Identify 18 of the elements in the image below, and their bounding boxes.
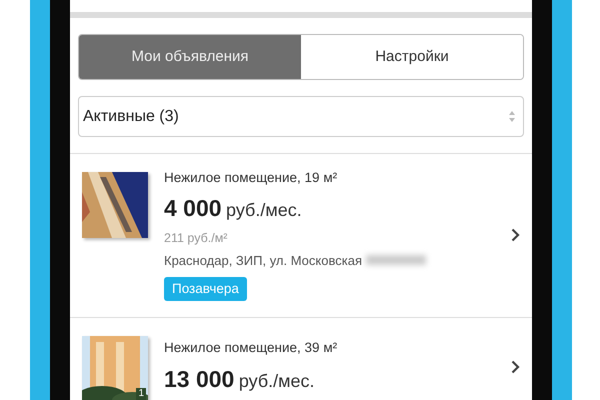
select-value: Активные (3) — [83, 106, 180, 126]
sort-arrows-icon — [509, 111, 515, 122]
listing-title: Нежилое помещение, 19 м² — [164, 169, 338, 187]
price-unit: руб./мес. — [226, 200, 302, 220]
listing-address: Краснодар, ЗИП, ул. Московская — [164, 252, 362, 270]
date-tag: Позавчера — [164, 277, 247, 302]
listing-title: Нежилое помещение, 39 м² — [164, 339, 338, 358]
price-per-meter: 211 руб./м² — [164, 230, 228, 247]
chevron-right-icon — [511, 360, 520, 374]
photo-count: 1 — [136, 388, 146, 400]
status-select[interactable]: Активные (3) — [78, 96, 524, 137]
tab[interactable]: Мои объявления — [79, 35, 301, 79]
chevron-right-icon — [511, 228, 520, 242]
listing-item[interactable]: Нежилое помещение, 19 м² 4 000 руб./мес. 211 руб./м² Краснодар, ЗИП, ул. Московская Позавчера — [70, 154, 532, 318]
price-amount: 13 000 — [164, 366, 234, 392]
listing-item[interactable]: 1 Нежилое помещение, 39 м² 13 000 руб./мес. — [70, 318, 532, 400]
price-amount: 4 000 — [164, 195, 222, 222]
price-unit: руб./мес. — [238, 370, 315, 391]
